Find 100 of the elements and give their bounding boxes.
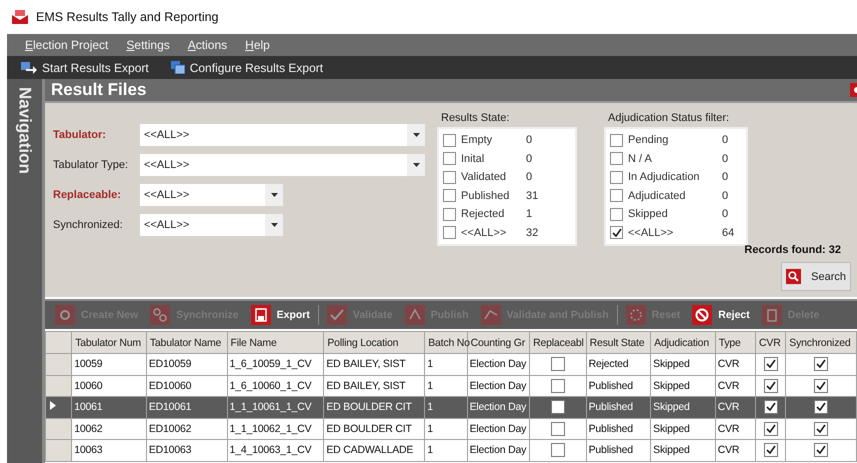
column-header[interactable]: Tabulator Name	[146, 332, 228, 354]
column-header[interactable]: Synchronized	[786, 332, 856, 354]
menu-item[interactable]: Settings	[126, 38, 170, 52]
menu-item[interactable]: Help	[245, 38, 270, 52]
export-icon	[21, 62, 37, 74]
navigation-panel[interactable]: Navigation	[7, 79, 45, 463]
checkbox[interactable]	[610, 189, 623, 202]
filter-label: Tabulator Type:	[53, 159, 130, 171]
checkbox[interactable]	[814, 422, 828, 436]
checkbox[interactable]	[443, 170, 456, 184]
table-cell: ED10061	[146, 396, 228, 418]
table-cell: 1	[424, 396, 468, 418]
row-pointer-icon	[50, 401, 56, 410]
checkbox[interactable]	[764, 422, 778, 436]
dropdown[interactable]: <<ALL>>	[140, 214, 283, 236]
checkbox-label: In Adjudication	[628, 171, 701, 184]
dropdown[interactable]: <<ALL>>	[140, 124, 425, 146]
checkbox[interactable]	[443, 226, 456, 240]
table-cell: 1_1_10062_1_CV	[227, 418, 324, 440]
dropdown-arrow-icon	[270, 223, 278, 227]
records-found: Records found: 32	[744, 244, 841, 256]
filter-label: Synchronized:	[53, 219, 124, 231]
dropdown-arrow-icon	[270, 193, 278, 197]
checkbox[interactable]	[443, 189, 456, 202]
table-cell: Skipped	[650, 396, 716, 418]
table-cell: Skipped	[650, 440, 716, 461]
count: 0	[722, 190, 728, 202]
column-header[interactable]: Tabulator Num	[72, 332, 146, 354]
column-header[interactable]: Batch No	[424, 332, 468, 354]
checkbox-label: N / A	[628, 152, 653, 165]
table-cell: CVR	[715, 418, 756, 440]
table-cell: Skipped	[650, 418, 716, 440]
window-title: EMS Results Tally and Reporting	[36, 10, 218, 24]
column-header[interactable]: Type	[715, 332, 756, 354]
checkbox[interactable]	[764, 357, 778, 372]
table-cell: ED BOULDER CIT	[324, 396, 425, 418]
dropdown-arrow-icon	[412, 133, 420, 137]
table-cell: Published	[586, 418, 651, 440]
checkbox[interactable]	[764, 400, 778, 414]
table-cell: ED BOULDER CIT	[324, 418, 425, 440]
checkbox[interactable]	[550, 357, 565, 372]
checkbox[interactable]	[550, 400, 565, 414]
column-header[interactable]: File Name	[227, 332, 324, 354]
checkbox[interactable]	[814, 378, 828, 393]
table-cell: Election Day	[467, 440, 530, 461]
checkbox[interactable]	[610, 152, 623, 166]
column-header[interactable]: Result State	[586, 332, 651, 354]
checkbox[interactable]	[610, 134, 623, 147]
menu-item[interactable]: Election Project	[25, 38, 108, 52]
column-header[interactable]: Adjudication	[650, 332, 716, 354]
checkbox-label: Skipped	[628, 208, 669, 220]
count: 0	[722, 171, 728, 184]
group-title: Results State:	[440, 112, 510, 124]
checkbox[interactable]	[550, 378, 565, 393]
action-button[interactable]: Export	[244, 305, 316, 325]
dropdown-arrow-icon	[412, 163, 420, 167]
toolbar-button[interactable]: Start Results Export	[21, 60, 149, 74]
column-header[interactable]: Replaceabl	[530, 332, 586, 354]
table-cell: CVR	[715, 440, 756, 461]
table-cell: 10061	[72, 396, 146, 418]
action-button[interactable]: Reject	[686, 305, 756, 325]
checkbox[interactable]	[443, 152, 456, 166]
column-header[interactable]: Polling Location	[324, 332, 425, 354]
panel-title: Result Files	[51, 80, 146, 100]
column-header[interactable]: CVR	[756, 332, 786, 354]
checkbox[interactable]	[764, 378, 778, 393]
search-icon	[786, 267, 802, 286]
dropdown[interactable]: <<ALL>>	[140, 154, 425, 176]
windows-icon	[170, 61, 185, 74]
count: 0	[722, 134, 728, 146]
count: 0	[722, 152, 728, 165]
checkbox[interactable]	[550, 422, 565, 436]
checkbox[interactable]	[443, 208, 456, 221]
table-cell: ED10063	[146, 440, 228, 461]
table-cell: ED BAILEY, SIST	[324, 354, 425, 375]
checkbox[interactable]	[814, 443, 828, 458]
row-header[interactable]	[46, 396, 72, 418]
filter-label: Tabulator:	[53, 129, 107, 141]
table-cell: 1_4_10063_1_CV	[227, 440, 324, 461]
checkbox-label: Inital	[461, 152, 486, 165]
table-cell: CVR	[715, 354, 756, 375]
menu-item[interactable]: Actions	[188, 38, 228, 52]
checkbox[interactable]	[814, 400, 828, 414]
toolbar-button[interactable]: Configure Results Export	[170, 60, 324, 74]
dropdown[interactable]: <<ALL>>	[140, 184, 283, 206]
app-logo-icon	[12, 10, 28, 24]
checkbox[interactable]	[814, 357, 828, 372]
checkbox[interactable]	[610, 226, 623, 240]
table-cell: 1	[424, 354, 468, 375]
count: 0	[526, 171, 532, 184]
checkbox[interactable]	[764, 443, 778, 458]
checkbox[interactable]	[550, 443, 565, 458]
checkbox-label: Validated	[461, 171, 508, 184]
checkbox[interactable]	[610, 208, 623, 221]
search-button[interactable]: Search	[781, 262, 851, 291]
table-cell: ED CADWALLADE	[324, 440, 425, 461]
gear-icon	[55, 305, 75, 325]
checkbox[interactable]	[443, 134, 456, 147]
no-entry-icon	[692, 305, 712, 325]
checkbox[interactable]	[610, 170, 623, 184]
